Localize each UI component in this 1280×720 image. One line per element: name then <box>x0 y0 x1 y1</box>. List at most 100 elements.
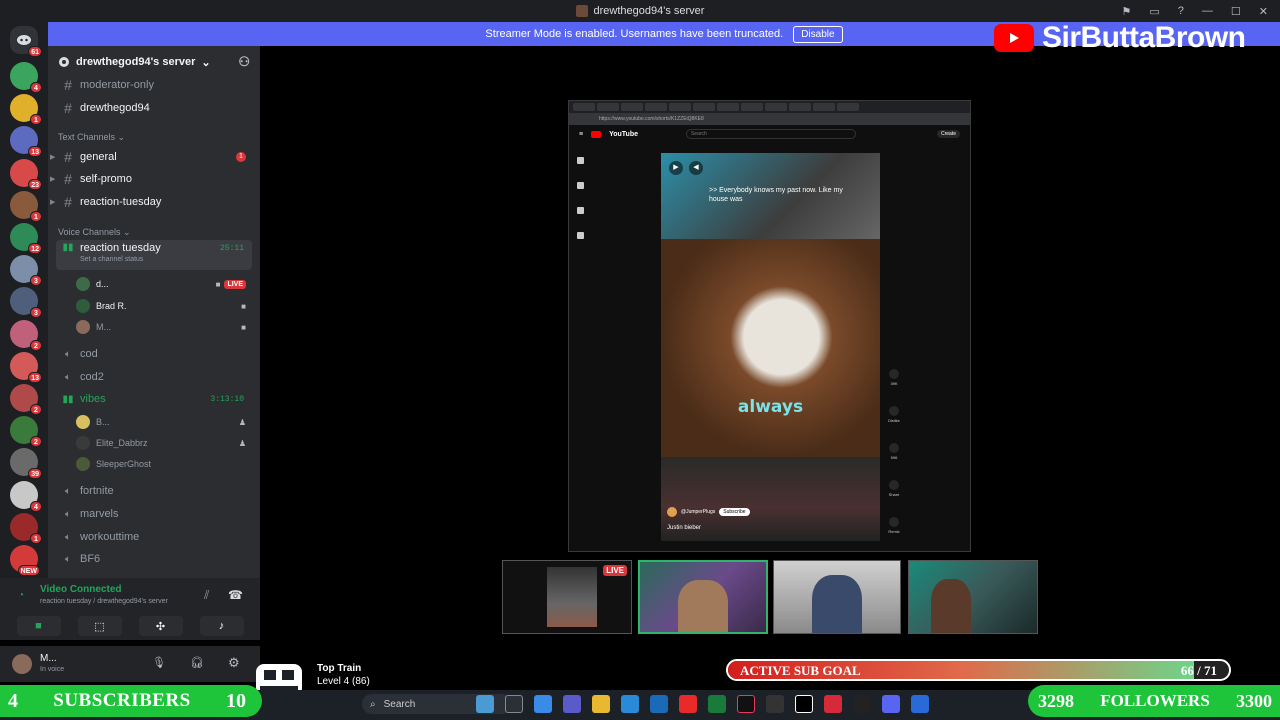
task-view-icon[interactable] <box>505 695 523 713</box>
followers-right-value: 3300 <box>1236 690 1272 711</box>
brand-overlay: SirButtaBrown <box>994 21 1280 54</box>
microphone-icon[interactable]: 🎙︎ <box>152 656 166 669</box>
maximize-button[interactable]: ☐ <box>1231 5 1241 18</box>
channel-reaction-tuesday[interactable]: ▶ # reaction-tuesday <box>50 191 252 213</box>
category-label: Text Channels <box>58 132 116 142</box>
youtube-app-icon[interactable] <box>679 695 697 713</box>
channel-self-promo[interactable]: ▶ # self-promo <box>50 168 252 190</box>
edge-icon[interactable] <box>621 695 639 713</box>
like-icon <box>889 369 899 379</box>
server-icon[interactable]: 12 <box>10 223 42 254</box>
voice-channel-cod2[interactable]: 🔈︎ cod2 <box>56 366 252 388</box>
channel-status[interactable]: Set a channel status <box>80 256 161 263</box>
file-explorer-icon[interactable] <box>592 695 610 713</box>
server-icon[interactable]: 2 <box>10 319 42 351</box>
disable-streamer-mode-button[interactable]: Disable <box>793 25 843 43</box>
server-icon[interactable]: 2 <box>10 416 42 448</box>
settings-gear-icon[interactable]: ⚙ <box>228 655 240 671</box>
channel-drewthegod94[interactable]: # drewthegod94 <box>56 97 252 119</box>
voice-channel-cod[interactable]: 🔈︎ cod <box>56 343 252 365</box>
close-button[interactable]: ✕ <box>1259 5 1268 18</box>
disconnect-icon[interactable]: ☎ <box>228 588 243 602</box>
server-icon[interactable]: 4 <box>10 480 42 512</box>
minimize-button[interactable]: — <box>1202 5 1213 17</box>
participant-tile[interactable] <box>773 560 901 634</box>
taskbar-apps <box>476 695 929 713</box>
voice-channel-reaction-tuesday[interactable]: ▮▮ reaction tuesday Set a channel status… <box>56 240 252 270</box>
soundboard-button[interactable]: ♪ <box>199 616 244 636</box>
screen-share-stream[interactable]: https://www.youtube.com/shorts/K1ZZEiQ8K… <box>568 100 971 552</box>
server-name: drewthegod94's server <box>76 56 196 68</box>
video-frame-main <box>661 239 880 457</box>
dislike-label: Dislike <box>888 418 900 423</box>
voice-channel-vibes[interactable]: ▮▮ vibes 3:13:10 <box>56 388 252 410</box>
voice-channel-fortnite[interactable]: 🔈︎ fortnite <box>56 480 252 502</box>
voice-channel-bf6[interactable]: 🔈︎ BF6 <box>56 548 252 570</box>
server-icon[interactable]: 1 <box>10 190 42 222</box>
voice-user[interactable]: SleeperGhost <box>76 454 252 474</box>
copilot-icon[interactable] <box>534 695 552 713</box>
cod-icon[interactable] <box>795 695 813 713</box>
voice-channel-workouttime[interactable]: 🔈︎ workouttime <box>56 526 252 548</box>
activities-button[interactable]: ✣ <box>138 616 183 636</box>
voice-user[interactable]: M... ■ <box>76 317 252 337</box>
voice-user[interactable]: Elite_Dabbrz ♟ <box>76 433 252 453</box>
category-voice-channels[interactable]: Voice Channels ⌄ <box>58 227 131 238</box>
channel-moderator-only[interactable]: # moderator-only <box>56 74 252 96</box>
comment-count: 596 <box>890 455 898 460</box>
inbox-icon[interactable]: ⚑ <box>1122 5 1132 18</box>
noise-suppression-icon[interactable]: ⫽ <box>204 588 209 603</box>
channel-label: reaction tuesday <box>80 242 161 254</box>
server-badge: NEW <box>17 565 40 576</box>
user-name: M... <box>40 653 57 664</box>
avatar[interactable] <box>12 654 32 674</box>
playstation-icon: ♟ <box>238 417 246 427</box>
widgets-icon[interactable] <box>476 695 494 713</box>
server-icon[interactable]: 3 <box>10 255 42 287</box>
store-icon[interactable] <box>650 695 668 713</box>
teams-icon[interactable] <box>563 695 581 713</box>
server-icon[interactable]: 13 <box>10 351 42 383</box>
voice-user[interactable]: B... ♟ <box>76 412 252 432</box>
headphones-icon[interactable]: 🎧︎ <box>190 656 204 669</box>
help-icon[interactable]: ? <box>1178 5 1184 17</box>
channel-general[interactable]: ▶ # general 1 <box>50 146 252 168</box>
playstation-app-icon[interactable] <box>911 695 929 713</box>
user-name: Brad R. <box>96 301 127 311</box>
screen-share-button[interactable]: ⬚ <box>77 616 122 636</box>
signal-icon[interactable]: ◔ <box>18 590 24 601</box>
playstation-icon: ♟ <box>238 438 246 448</box>
server-icon[interactable]: 1 <box>10 512 42 544</box>
server-icon[interactable]: 13 <box>10 126 42 158</box>
invite-icon[interactable]: ⚇ <box>238 54 250 70</box>
server-icon[interactable]: 3 <box>10 287 42 319</box>
app-icon[interactable] <box>824 695 842 713</box>
speaker-icon: 🔈︎ <box>65 348 71 360</box>
voice-user[interactable]: Brad R. ■ <box>76 296 252 316</box>
server-icon[interactable]: NEW <box>10 545 40 576</box>
screen-icon[interactable]: ▭ <box>1149 5 1159 18</box>
participant-tile[interactable] <box>908 560 1038 634</box>
server-icon[interactable]: 39 <box>10 448 42 480</box>
voice-channel-marvels[interactable]: 🔈︎ marvels <box>56 503 252 525</box>
server-icon[interactable]: 4 <box>10 62 42 93</box>
capcut-icon[interactable] <box>853 695 871 713</box>
comment-icon <box>889 443 899 453</box>
home-button[interactable]: 61 <box>10 26 42 57</box>
discord-icon <box>17 35 31 45</box>
participant-tile[interactable] <box>638 560 768 634</box>
participant-tile-stream[interactable]: LIVE <box>502 560 632 634</box>
server-icon[interactable]: 23 <box>10 158 42 190</box>
obs-icon[interactable] <box>766 695 784 713</box>
category-text-channels[interactable]: Text Channels ⌄ <box>58 132 125 143</box>
voice-channel-path: reaction tuesday / drewthegod94's server <box>40 598 168 605</box>
camera-button[interactable]: ■ <box>16 616 61 636</box>
excel-icon[interactable] <box>708 695 726 713</box>
discord-taskbar-icon[interactable] <box>882 695 900 713</box>
server-icon[interactable]: 2 <box>10 384 42 415</box>
share-icon <box>889 480 899 490</box>
server-icon[interactable]: 1 <box>10 94 42 126</box>
voice-user[interactable]: d... ■ LIVE <box>76 274 252 294</box>
tiktok-icon[interactable] <box>737 695 755 713</box>
chevron-down-icon: ⌄ <box>201 56 211 69</box>
